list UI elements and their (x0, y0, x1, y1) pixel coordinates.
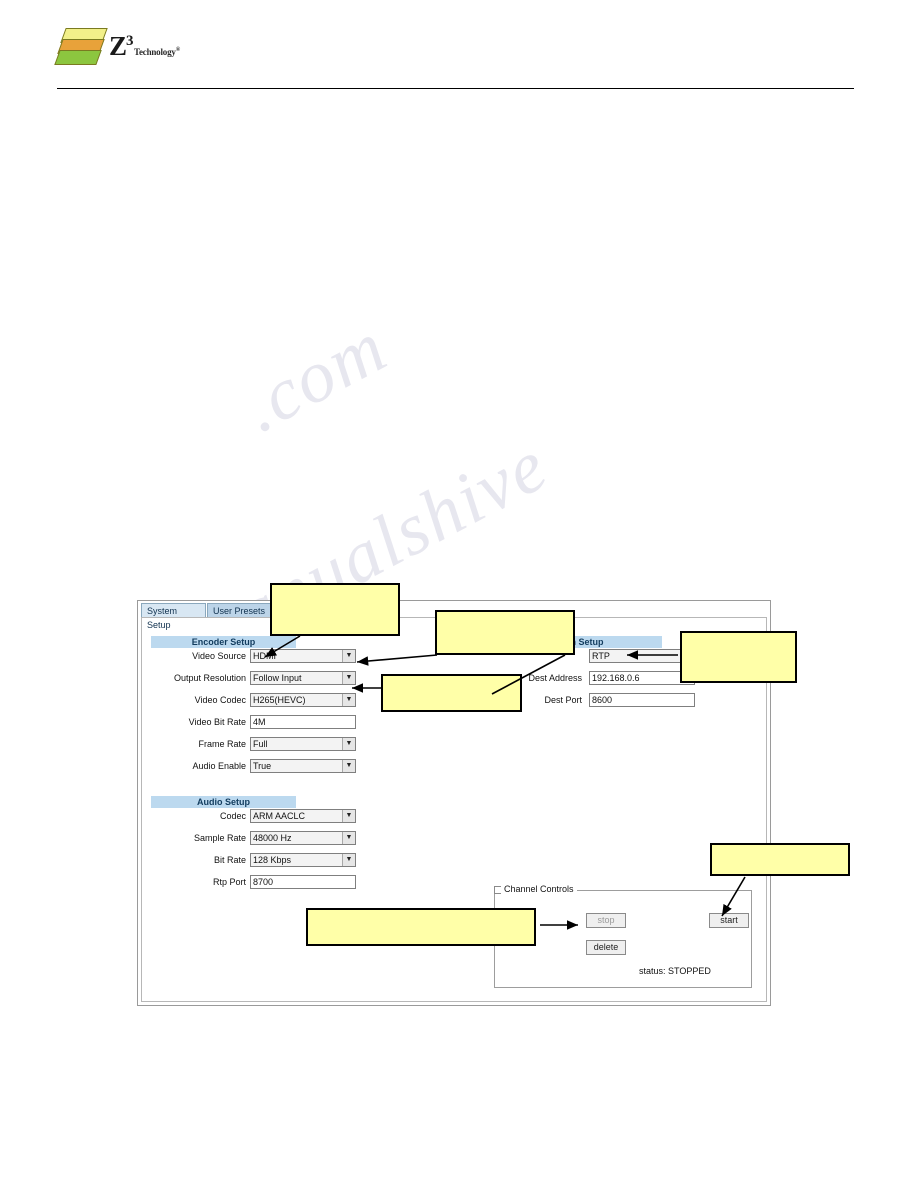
select-output-resolution-value: Follow Input (253, 673, 302, 683)
callout-box-4 (381, 674, 522, 712)
callout-arrows (264, 635, 746, 930)
select-audio-bit-rate-value: 128 Kbps (253, 855, 292, 865)
chevron-down-icon: ▼ (342, 810, 355, 822)
select-video-source[interactable]: HDMI ▼ (250, 649, 356, 663)
audio-setup-heading: Audio Setup (151, 796, 296, 808)
brand-logo: Z3 Technology® (54, 20, 237, 80)
select-sample-rate-value: 48000 Hz (253, 833, 292, 843)
select-frame-rate-value: Full (253, 739, 268, 749)
channel-controls-legend: Channel Controls (501, 884, 577, 894)
logo-tagline: Technology (134, 47, 176, 57)
select-audio-enable-value: True (253, 761, 272, 771)
select-sample-rate[interactable]: 48000 Hz ▼ (250, 831, 356, 845)
callout-box-6 (306, 908, 536, 946)
label-audio-enable: Audio Enable (192, 761, 246, 771)
select-audio-codec[interactable]: ARM AACLC ▼ (250, 809, 356, 823)
logo-stack-icon (54, 28, 108, 72)
status-text: status: STOPPED (639, 966, 711, 976)
chevron-down-icon: ▼ (342, 650, 355, 662)
label-frame-rate: Frame Rate (198, 739, 246, 749)
chevron-down-icon: ▼ (342, 854, 355, 866)
logo-wordmark: Z3 Technology® (109, 28, 180, 61)
chevron-down-icon: ▼ (342, 738, 355, 750)
start-button[interactable]: start (709, 913, 749, 928)
label-video-source: Video Source (192, 651, 246, 661)
input-video-bit-rate[interactable]: 4M (250, 715, 356, 729)
chevron-down-icon: ▼ (342, 694, 355, 706)
select-video-codec[interactable]: H265(HEVC) ▼ (250, 693, 356, 707)
watermark-line-1: .com (229, 305, 401, 449)
input-rtp-port[interactable]: 8700 (250, 875, 356, 889)
label-rtp-port: Rtp Port (212, 877, 246, 887)
callout-box-5 (710, 843, 850, 876)
label-video-bit-rate: Video Bit Rate (188, 717, 246, 727)
encoder-setup-heading: Encoder Setup (151, 636, 296, 648)
label-video-codec: Video Codec (194, 695, 246, 705)
select-video-codec-value: H265(HEVC) (253, 695, 306, 705)
callout-box-2 (435, 610, 575, 655)
select-audio-enable[interactable]: True ▼ (250, 759, 356, 773)
label-audio-bit-rate: Bit Rate (213, 855, 246, 865)
select-stream-protocol-value: RTP (592, 651, 610, 661)
logo-brand-superscript: 3 (126, 33, 133, 49)
callout-box-1 (270, 583, 400, 636)
logo-trademark: ® (175, 47, 181, 53)
input-dest-port[interactable]: 8600 (589, 693, 695, 707)
select-frame-rate[interactable]: Full ▼ (250, 737, 356, 751)
stop-button[interactable]: stop (586, 913, 626, 928)
select-output-resolution[interactable]: Follow Input ▼ (250, 671, 356, 685)
label-audio-codec: Codec (219, 811, 246, 821)
logo-brand-letter: Z (109, 31, 127, 61)
chevron-down-icon: ▼ (342, 832, 355, 844)
tab-system-setup[interactable]: System Setup (141, 603, 206, 630)
select-video-source-value: HDMI (253, 651, 276, 661)
callout-box-3 (680, 631, 797, 683)
delete-button[interactable]: delete (586, 940, 626, 955)
chevron-down-icon: ▼ (342, 760, 355, 772)
label-sample-rate: Sample Rate (193, 833, 246, 843)
chevron-down-icon: ▼ (342, 672, 355, 684)
tab-user-presets[interactable]: User Presets (207, 603, 272, 617)
label-output-resolution: Output Resolution (173, 673, 246, 683)
select-audio-bit-rate[interactable]: 128 Kbps ▼ (250, 853, 356, 867)
header-divider (57, 88, 854, 89)
select-audio-codec-value: ARM AACLC (253, 811, 306, 821)
